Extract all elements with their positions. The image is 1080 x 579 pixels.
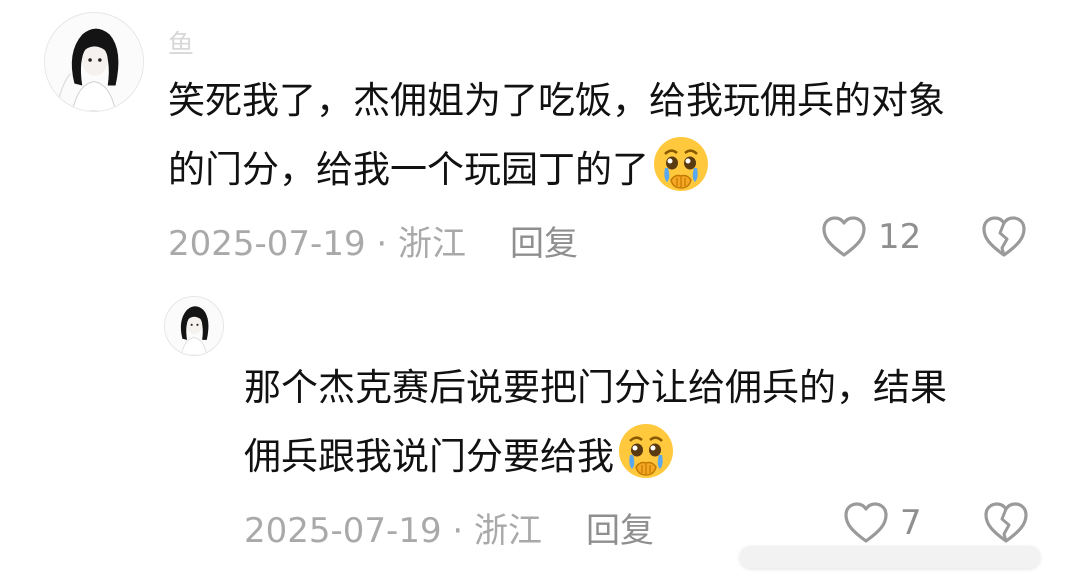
comment-line: 佣兵跟我说门分要给我	[244, 435, 614, 478]
crying-face-emoji	[619, 424, 673, 478]
like-count: 7	[900, 503, 922, 543]
reply-avatar[interactable]	[164, 296, 224, 356]
comment-line-with-emoji: 的门分，给我一个玩园丁的了	[168, 134, 1048, 203]
meta-separator: ·	[441, 511, 475, 551]
username[interactable]: 鱼	[168, 24, 195, 61]
reply-button[interactable]: 回复	[586, 511, 654, 551]
like-count: 12	[878, 217, 922, 257]
meta-separator: ·	[365, 224, 399, 264]
comment-date: 2025-07-19	[244, 511, 442, 551]
like-button[interactable]: 12	[820, 214, 921, 260]
floating-input-bar	[740, 546, 1040, 568]
comment-line: 那个杰克赛后说要把门分让给佣兵的，结果	[244, 366, 947, 409]
reply-text: 那个杰克赛后说要把门分让给佣兵的，结果 佣兵跟我说门分要给我	[244, 355, 1054, 490]
comment-date: 2025-07-19	[168, 224, 366, 264]
comment-line: 的门分，给我一个玩园丁的了	[168, 148, 649, 191]
reply-button[interactable]: 回复	[510, 224, 578, 264]
crying-face-emoji	[654, 137, 708, 191]
comment-meta: 2025-07-19 · 浙江 回复	[168, 216, 578, 265]
heart-outline-icon[interactable]	[842, 500, 890, 546]
comment-location: 浙江	[474, 511, 543, 551]
broken-heart-icon[interactable]	[980, 214, 1028, 260]
comment-line-with-emoji: 佣兵跟我说门分要给我	[244, 421, 1054, 490]
like-button[interactable]: 7	[842, 500, 922, 546]
avatar[interactable]	[44, 12, 144, 112]
heart-outline-icon[interactable]	[820, 214, 868, 260]
broken-heart-icon[interactable]	[982, 500, 1030, 546]
comment-line: 笑死我了，杰佣姐为了吃饭，给我玩佣兵的对象	[168, 79, 945, 122]
comment-text: 笑死我了，杰佣姐为了吃饭，给我玩佣兵的对象 的门分，给我一个玩园丁的了	[168, 68, 1048, 203]
reply-meta: 2025-07-19 · 浙江 回复	[244, 503, 654, 552]
comment-location: 浙江	[398, 224, 467, 264]
